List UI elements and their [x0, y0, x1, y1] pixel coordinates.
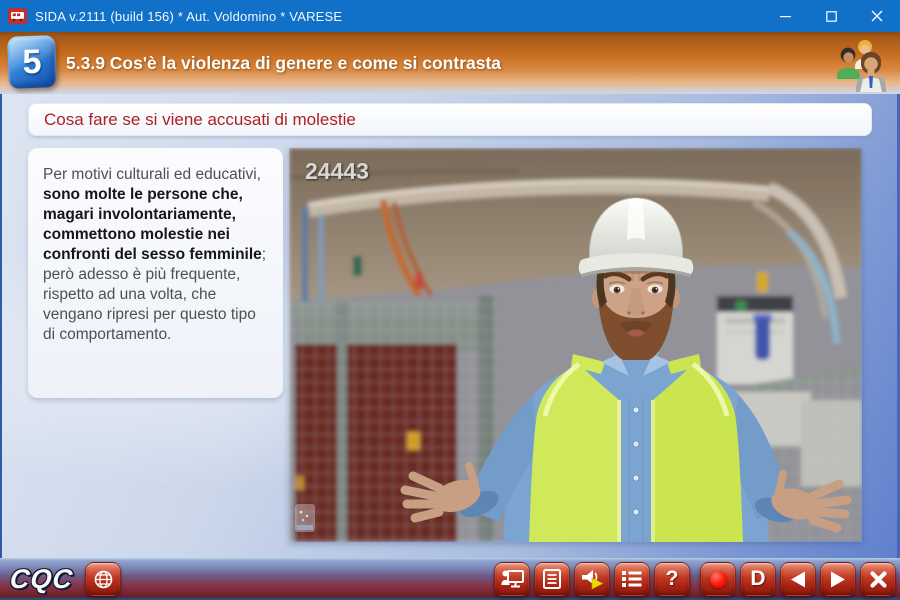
help-button[interactable]: ? [654, 562, 690, 596]
close-icon [871, 10, 883, 22]
watermark-logo [295, 504, 315, 532]
cqc-logo: CQC [8, 564, 74, 595]
back-button[interactable] [780, 562, 816, 596]
window-left-edge [0, 94, 2, 558]
exit-button[interactable] [860, 562, 896, 596]
minimize-button[interactable] [762, 0, 808, 32]
main-area: Cosa fare se si viene accusati di molest… [0, 94, 900, 558]
presenter-icon [501, 569, 524, 589]
titlebar: SIDA v.2111 (build 156) * Aut. Voldomino… [0, 0, 900, 32]
document-button[interactable] [534, 562, 570, 596]
forward-icon [830, 571, 846, 588]
d-icon: D [750, 567, 765, 591]
page-title: 5.3.9 Cos'è la violenza di genere e come… [66, 32, 501, 94]
lesson-subtitle-bar: Cosa fare se si viene accusati di molest… [28, 103, 872, 136]
app-window: SIDA v.2111 (build 156) * Aut. Voldomino… [0, 0, 900, 600]
document-icon [542, 569, 562, 589]
window-title: SIDA v.2111 (build 156) * Aut. Voldomino… [35, 9, 342, 24]
list-button[interactable] [614, 562, 650, 596]
record-button[interactable] [700, 562, 736, 596]
people-icon[interactable] [834, 38, 892, 92]
image-number: 24443 [305, 158, 369, 184]
lesson-photo: 24443 [289, 148, 862, 542]
record-icon [710, 571, 727, 588]
lesson-subtitle: Cosa fare se si viene accusati di molest… [44, 110, 356, 130]
lesson-text-panel: Per motivi culturali ed educativi, sono … [28, 148, 283, 398]
app-icon [8, 8, 27, 24]
globe-button[interactable] [85, 562, 121, 596]
bottom-toolbar: CQC [0, 558, 900, 600]
maximize-button[interactable] [808, 0, 854, 32]
audio-button[interactable] [574, 562, 610, 596]
forward-button[interactable] [820, 562, 856, 596]
chapter-number: 5 [22, 42, 42, 82]
help-icon: ? [666, 567, 679, 591]
window-controls [762, 0, 900, 32]
d-button[interactable]: D [740, 562, 776, 596]
toolbar-buttons: ? D [494, 562, 896, 596]
back-icon [790, 571, 806, 588]
presenter-button[interactable] [494, 562, 530, 596]
close-button[interactable] [854, 0, 900, 32]
exit-icon [870, 571, 887, 588]
lesson-paragraph: Per motivi culturali ed educativi, sono … [43, 165, 269, 345]
chapter-header: 5 5.3.9 Cos'è la violenza di genere e co… [0, 32, 900, 94]
minimize-icon [780, 11, 791, 22]
globe-icon [93, 569, 114, 590]
list-icon [622, 570, 642, 588]
maximize-icon [826, 11, 837, 22]
chapter-badge: 5 [7, 35, 57, 89]
audio-icon [581, 568, 604, 590]
